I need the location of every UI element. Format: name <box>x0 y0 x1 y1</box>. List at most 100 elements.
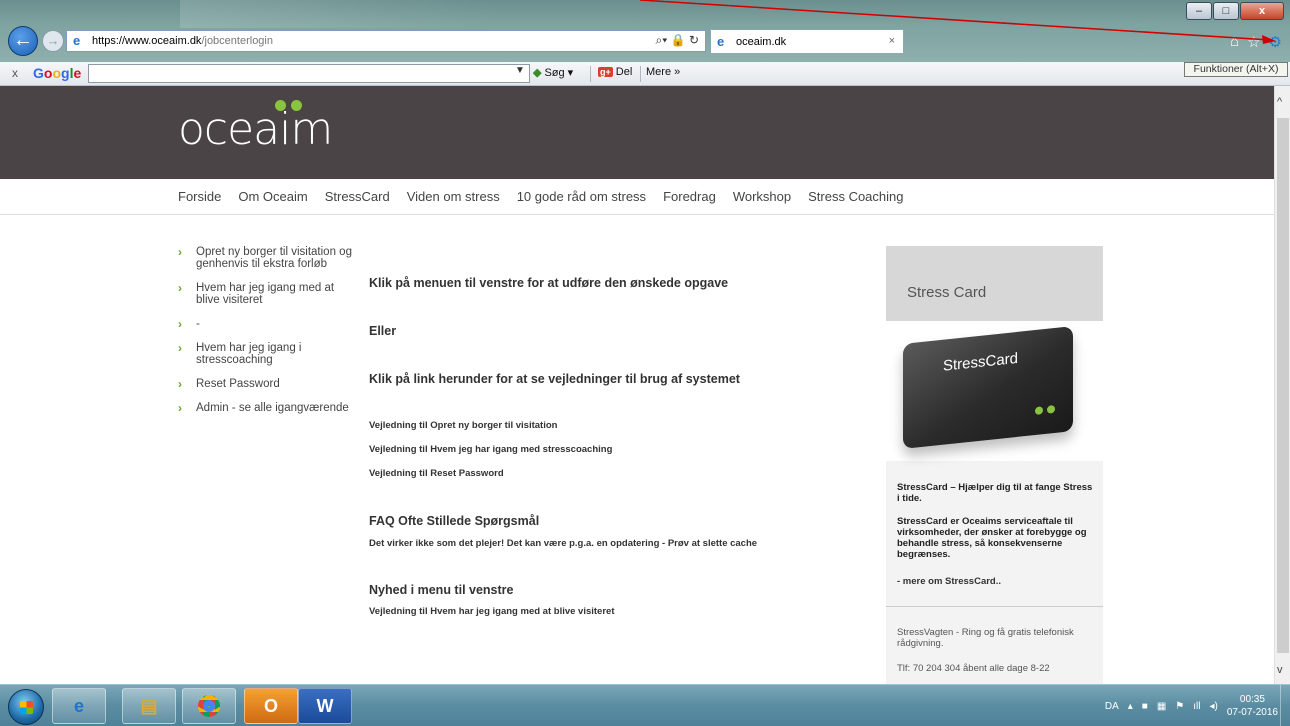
side-menu-item[interactable]: › Reset Password <box>178 378 358 390</box>
outlook-icon[interactable]: O <box>244 688 298 724</box>
google-search-dropdown-icon[interactable]: ▼ <box>515 65 525 76</box>
nav-viden-om-stress[interactable]: Viden om stress <box>407 189 500 204</box>
scrollbar-thumb[interactable] <box>1277 118 1289 653</box>
vertical-scrollbar[interactable]: ^ v <box>1274 86 1290 684</box>
chevron-right-icon: › <box>178 401 182 415</box>
clock[interactable]: 00:35 07-07-2016 <box>1227 693 1278 719</box>
google-more-button[interactable]: Mere » <box>646 66 680 78</box>
internet-explorer-icon[interactable]: e <box>52 688 106 724</box>
guide-link-stresscoaching[interactable]: Vejledning til Hvem jeg har igang med st… <box>369 444 612 455</box>
tools-tooltip: Funktioner (Alt+X) <box>1184 62 1288 77</box>
language-indicator[interactable]: DA <box>1105 701 1119 712</box>
favorites-star-icon[interactable]: ☆ <box>1247 33 1260 51</box>
news-title: Nyhed i menu til venstre <box>369 583 514 597</box>
google-share-button[interactable]: g+ Del <box>598 66 632 78</box>
site-header: oceaim <box>0 86 1274 179</box>
volume-icon[interactable]: ◂) <box>1209 701 1217 712</box>
chevron-right-icon: › <box>178 377 182 391</box>
nav-10-gode-raad[interactable]: 10 gode råd om stress <box>517 189 646 204</box>
nav-stresscard[interactable]: StressCard <box>325 189 390 204</box>
chevron-right-icon: › <box>178 341 182 355</box>
chevron-right-icon: › <box>178 281 182 295</box>
ie-tab-icon: e <box>717 33 725 49</box>
tray-app-icon[interactable]: ■ <box>1142 701 1148 712</box>
site-logo[interactable]: oceaim <box>178 104 333 155</box>
nav-om-oceaim[interactable]: Om Oceaim <box>238 189 307 204</box>
faq-text: Det virker ikke som det plejer! Det kan … <box>369 538 758 549</box>
google-logo-o2: o <box>52 65 62 81</box>
sidebar-text-1: StressCard – Hjælper dig til at fange St… <box>897 482 1093 504</box>
network-icon[interactable]: ▦ <box>1157 701 1166 712</box>
google-logo-g2: g <box>61 65 70 81</box>
sidebar-stressvagten: StressVagten - Ring og få gratis telefon… <box>897 627 1074 649</box>
tab-title: oceaim.dk <box>736 35 787 48</box>
side-menu-item[interactable]: › Admin - se alle igangværende <box>178 402 358 414</box>
scroll-down-icon[interactable]: v <box>1277 664 1283 676</box>
side-menu-label: Hvem har jeg igang med at blive visitere… <box>196 282 335 306</box>
forward-button[interactable]: → <box>42 30 64 52</box>
toolbar-divider <box>590 66 591 82</box>
google-share-label: Del <box>615 66 633 78</box>
google-search-label: Søg <box>544 66 565 79</box>
side-menu-item[interactable]: › - <box>178 318 358 330</box>
nav-foredrag[interactable]: Foredrag <box>663 189 716 204</box>
windows-taskbar: e ▤ O W DA ▴ ■ ▦ ⚑ ıll ◂) 00:35 07-07-20… <box>0 684 1290 726</box>
back-button[interactable]: ← <box>8 26 38 56</box>
ie-favicon-icon: e <box>73 33 81 48</box>
side-menu-label: Hvem har jeg igang i stresscoaching <box>196 342 302 366</box>
url-text[interactable]: https://www.oceaim.dk/jobcenterlogin <box>92 35 273 47</box>
google-logo: Google <box>33 65 81 81</box>
word-icon[interactable]: W <box>298 688 352 724</box>
nav-forside[interactable]: Forside <box>178 189 221 204</box>
file-explorer-icon[interactable]: ▤ <box>122 688 176 724</box>
maximize-button[interactable]: □ <box>1213 2 1239 20</box>
card-label: StressCard <box>943 349 1019 375</box>
sidebar-phone: Tlf: 70 204 304 åbent alle dage 8-22 <box>897 663 1050 674</box>
sidebar-more-link[interactable]: - mere om StressCard.. <box>897 576 1001 587</box>
side-menu-label: Reset Password <box>196 378 280 390</box>
guide-link-reset[interactable]: Vejledning til Reset Password <box>369 468 504 479</box>
guide-link-opret[interactable]: Vejledning til Opret ny borger til visit… <box>369 420 557 431</box>
refresh-icon[interactable]: ↻ <box>689 33 699 47</box>
minimize-button[interactable]: – <box>1186 2 1212 20</box>
gear-icon[interactable]: ⚙ <box>1269 33 1282 51</box>
sidebar-divider <box>886 606 1103 607</box>
content-heading-1: Klik på menuen til venstre for at udføre… <box>369 276 729 290</box>
system-tray: DA ▴ ■ ▦ ⚑ ıll ◂) 00:35 07-07-2016 <box>1105 693 1278 719</box>
side-menu: › Opret ny borger til visitation og genhe… <box>178 246 358 426</box>
url-path: /jobcenterlogin <box>201 35 273 47</box>
address-bar[interactable]: e https://www.oceaim.dk/jobcenterlogin ⌕… <box>66 30 706 52</box>
content-eller: Eller <box>369 324 397 338</box>
side-menu-label: - <box>196 318 200 330</box>
side-menu-item[interactable]: › Hvem har jeg igang i stresscoaching <box>178 342 358 366</box>
signal-icon[interactable]: ıll <box>1193 701 1200 712</box>
tab-oceaim[interactable]: e oceaim.dk × <box>710 29 904 53</box>
chevron-right-icon: › <box>178 317 182 331</box>
news-link[interactable]: Vejledning til Hvem har jeg igang med at… <box>369 606 615 617</box>
close-window-button[interactable]: x <box>1240 2 1284 20</box>
google-search-input[interactable] <box>88 64 530 83</box>
stresscard-image[interactable]: StressCard <box>886 321 1103 461</box>
search-dropdown-icon[interactable]: ⌕▾ <box>656 33 668 47</box>
side-menu-item[interactable]: › Hvem har jeg igang med at blive visiter… <box>178 282 358 306</box>
stresscard-card: StressCard <box>903 326 1073 449</box>
show-desktop-button[interactable] <box>1280 685 1290 726</box>
start-button[interactable] <box>8 689 44 725</box>
stresscard-sidebar: Stress Card StressCard StressCard – Hjæl… <box>886 246 1103 684</box>
nav-workshop[interactable]: Workshop <box>733 189 791 204</box>
tab-close-icon[interactable]: × <box>889 35 895 47</box>
chevron-down-icon: ▾ <box>567 67 574 79</box>
home-icon[interactable]: ⌂ <box>1230 33 1239 51</box>
browser-titlebar: – □ x ← → e https://www.oceaim.dk/jobcen… <box>0 0 1290 62</box>
window-controls: – □ x <box>1185 2 1284 20</box>
show-hidden-icons-icon[interactable]: ▴ <box>1128 701 1133 712</box>
lock-icon[interactable]: 🔒 <box>671 33 686 47</box>
google-search-button[interactable]: ◆ Søg ▾ <box>533 66 574 80</box>
sidebar-title: Stress Card <box>907 284 987 301</box>
side-menu-item[interactable]: › Opret ny borger til visitation og genhe… <box>178 246 358 270</box>
scroll-up-icon[interactable]: ^ <box>1277 96 1282 108</box>
chrome-icon[interactable] <box>182 688 236 724</box>
action-center-icon[interactable]: ⚑ <box>1175 701 1184 712</box>
nav-stress-coaching[interactable]: Stress Coaching <box>808 189 903 204</box>
google-toolbar-close-icon[interactable]: x <box>12 66 18 80</box>
